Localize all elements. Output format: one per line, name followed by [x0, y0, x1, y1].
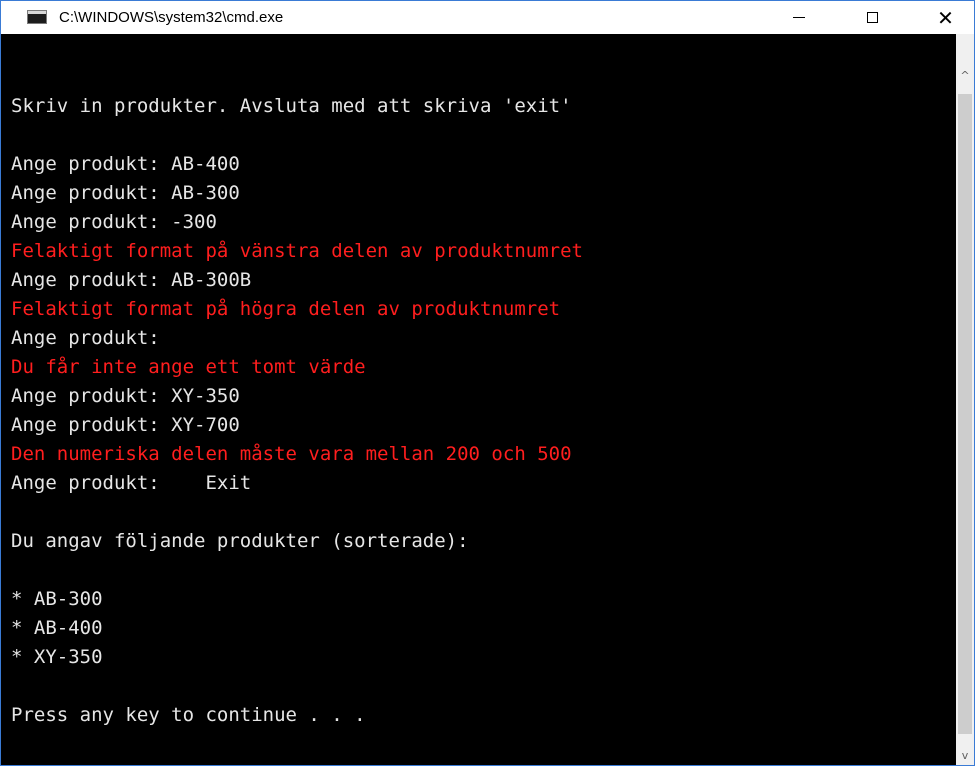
console-error-line: Du får inte ange ett tomt värde	[11, 356, 366, 378]
scroll-thumb[interactable]	[958, 94, 972, 734]
console-line: Ange produkt:	[11, 327, 160, 349]
title-bar[interactable]: C:\WINDOWS\system32\cmd.exe ✕	[1, 1, 974, 34]
cmd-window: C:\WINDOWS\system32\cmd.exe ✕ Skriv in p…	[0, 0, 975, 766]
maximize-button[interactable]	[850, 1, 895, 34]
console-line: Ange produkt: AB-400	[11, 153, 240, 175]
console-error-line: Felaktigt format på högra delen av produ…	[11, 298, 561, 320]
scroll-up-icon[interactable]: ^	[956, 67, 974, 85]
console-line: Ange produkt: XY-350	[11, 385, 240, 407]
console-line: * XY-350	[11, 646, 103, 668]
console-line: * AB-400	[11, 617, 103, 639]
console-line: Ange produkt: -300	[11, 211, 217, 233]
cmd-app-icon[interactable]	[27, 10, 47, 24]
scroll-down-icon[interactable]: v	[956, 747, 974, 765]
close-icon: ✕	[937, 5, 954, 30]
console-line: Ange produkt: XY-700	[11, 414, 240, 436]
vertical-scrollbar[interactable]: ^ v	[956, 34, 974, 765]
console-line: Press any key to continue . . .	[11, 704, 366, 726]
console-lines: Skriv in produkter. Avsluta med att skri…	[11, 92, 583, 730]
console-line: Ange produkt: AB-300B	[11, 269, 252, 291]
close-button[interactable]: ✕	[923, 1, 968, 34]
console-error-line: Felaktigt format på vänstra delen av pro…	[11, 240, 583, 262]
console-line: Ange produkt: Exit	[11, 472, 252, 494]
console-line: Du angav följande produkter (sorterade):	[11, 530, 469, 552]
window-title: C:\WINDOWS\system32\cmd.exe	[59, 9, 284, 26]
console-line: * AB-300	[11, 588, 103, 610]
minimize-button[interactable]	[776, 1, 821, 34]
console-output[interactable]: Skriv in produkter. Avsluta med att skri…	[1, 34, 956, 765]
console-line: Ange produkt: AB-300	[11, 182, 240, 204]
maximize-icon	[867, 12, 878, 23]
console-error-line: Den numeriska delen måste vara mellan 20…	[11, 443, 572, 465]
console-line: Skriv in produkter. Avsluta med att skri…	[11, 95, 572, 117]
minimize-icon	[792, 17, 805, 18]
